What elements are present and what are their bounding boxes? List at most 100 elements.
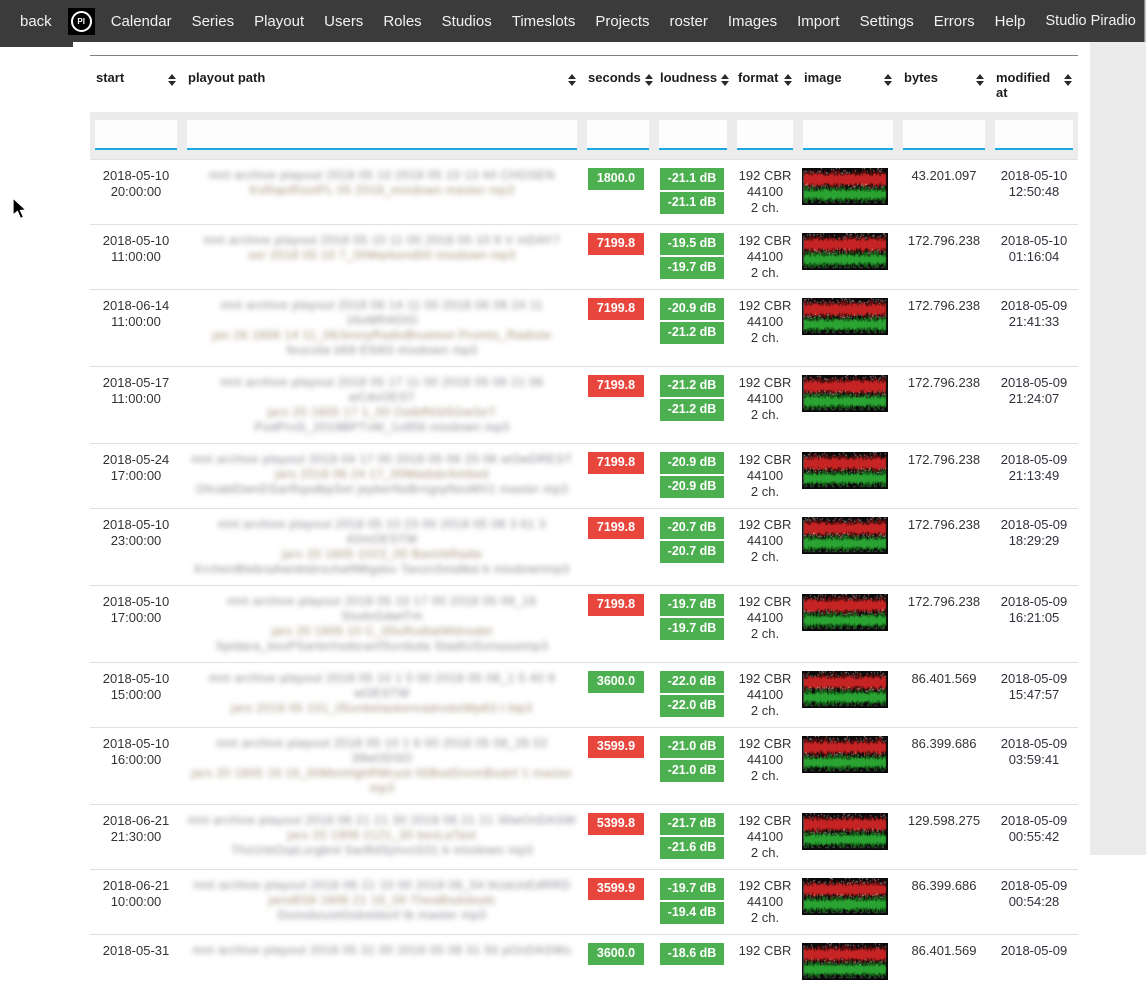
nav-item-users[interactable]: Users	[314, 0, 373, 42]
start-date: 2018-05-10	[94, 671, 178, 687]
seconds-cell: 7199.8	[582, 225, 654, 290]
seconds-badge: 7199.8	[588, 452, 644, 474]
nav-item-images[interactable]: Images	[718, 0, 787, 42]
playout-path-cell: mnt archive playout 2018 05 10 23 00 201…	[182, 509, 582, 586]
start-date: 2018-05-10	[94, 517, 178, 533]
piradio-logo-icon[interactable]: PI	[68, 8, 95, 35]
column-header-playout-path[interactable]: playout path	[182, 56, 582, 113]
sort-arrows-icon[interactable]	[568, 74, 576, 86]
table-row[interactable]: 2018-05-10 16:00:00 mnt archive playout …	[90, 728, 1078, 805]
table-row[interactable]: 2018-05-17 11:00:00 mnt archive playout …	[90, 367, 1078, 444]
loudness-cell: -22.0 dB -22.0 dB	[654, 663, 732, 728]
waveform-image[interactable]	[802, 671, 888, 708]
waveform-image[interactable]	[802, 594, 888, 631]
filter-input-modified-at[interactable]	[995, 120, 1073, 150]
column-header-bytes[interactable]: bytes	[898, 56, 990, 113]
filter-input-image[interactable]	[803, 120, 893, 150]
redacted-playout-path: mnt archive playout 2018 06 21 10 00 201…	[186, 878, 578, 923]
waveform-image[interactable]	[802, 943, 888, 980]
modified-time: 15:47:57	[994, 687, 1074, 703]
nav-item-timeslots[interactable]: Timeslots	[502, 0, 586, 42]
table-row[interactable]: 2018-05-10 20:00:00 mnt archive playout …	[90, 160, 1078, 225]
waveform-image[interactable]	[802, 452, 888, 489]
image-cell	[798, 805, 898, 870]
filter-input-format[interactable]	[737, 120, 793, 150]
waveform-image[interactable]	[802, 233, 888, 270]
right-gutter	[1090, 42, 1146, 855]
nav-item-settings[interactable]: Settings	[850, 0, 924, 42]
nav-item-playout[interactable]: Playout	[244, 0, 314, 42]
column-header-modified-at[interactable]: modified at	[990, 56, 1078, 113]
seconds-badge: 5399.8	[588, 813, 644, 835]
table-row[interactable]: 2018-05-10 11:00:00 mnt archive playout …	[90, 225, 1078, 290]
loudness-badge-2: -19.4 dB	[660, 902, 724, 924]
filter-input-playout-path[interactable]	[187, 120, 577, 150]
nav-item-projects[interactable]: Projects	[585, 0, 659, 42]
waveform-image[interactable]	[802, 736, 888, 773]
nav-item-import[interactable]: Import	[787, 0, 850, 42]
table-row[interactable]: 2018-05-10 23:00:00 mnt archive playout …	[90, 509, 1078, 586]
nav-item-calendar[interactable]: Calendar	[101, 0, 182, 42]
table-row[interactable]: 2018-05-31 mnt archive playout 2018 05 3…	[90, 935, 1078, 996]
table-row[interactable]: 2018-06-21 10:00:00 mnt archive playout …	[90, 870, 1078, 935]
nav-item-series[interactable]: Series	[182, 0, 245, 42]
column-header-format[interactable]: format	[732, 56, 798, 113]
image-cell	[798, 225, 898, 290]
waveform-image[interactable]	[802, 813, 888, 850]
waveform-image[interactable]	[802, 298, 888, 335]
table-row[interactable]: 2018-05-10 17:00:00 mnt archive playout …	[90, 586, 1078, 663]
start-cell: 2018-05-17 11:00:00	[90, 367, 182, 444]
bytes-cell: 172.796.238	[898, 290, 990, 367]
modified-date: 2018-05-09	[994, 517, 1074, 533]
column-label: format	[738, 70, 778, 85]
studio-select[interactable]: Studio Piradio	[1036, 0, 1146, 42]
seconds-cell: 7199.8	[582, 290, 654, 367]
sort-arrows-icon[interactable]	[1064, 74, 1072, 86]
column-header-start[interactable]: start	[90, 56, 182, 113]
table-row[interactable]: 2018-05-10 15:00:00 mnt archive playout …	[90, 663, 1078, 728]
nav-item-errors[interactable]: Errors	[924, 0, 985, 42]
filter-input-start[interactable]	[95, 120, 177, 150]
sort-arrows-icon[interactable]	[976, 74, 984, 86]
waveform-image[interactable]	[802, 878, 888, 915]
table-row[interactable]: 2018-06-14 11:00:00 mnt archive playout …	[90, 290, 1078, 367]
loudness-cell: -21.0 dB -21.0 dB	[654, 728, 732, 805]
seconds-badge: 7199.8	[588, 233, 644, 255]
modified-at-cell: 2018-05-09 15:47:57	[990, 663, 1078, 728]
waveform-image[interactable]	[802, 517, 888, 554]
nav-item-roster[interactable]: roster	[660, 0, 718, 42]
seconds-cell: 7199.8	[582, 509, 654, 586]
bytes-cell: 172.796.238	[898, 509, 990, 586]
seconds-cell: 3600.0	[582, 935, 654, 996]
filter-input-seconds[interactable]	[587, 120, 649, 150]
sort-arrows-icon[interactable]	[884, 74, 892, 86]
loudness-badge-1: -21.2 dB	[660, 375, 724, 397]
waveform-image[interactable]	[802, 375, 888, 412]
table-row[interactable]: 2018-05-24 17:00:00 mnt archive playout …	[90, 444, 1078, 509]
sort-arrows-icon[interactable]	[168, 74, 176, 86]
playout-path-cell: mnt archive playout 2018 06 21 10 00 201…	[182, 870, 582, 935]
column-header-image[interactable]: image	[798, 56, 898, 113]
column-header-seconds[interactable]: seconds	[582, 56, 654, 113]
image-cell	[798, 870, 898, 935]
format-cell: 192 CBR441002 ch.	[732, 805, 798, 870]
sort-arrows-icon[interactable]	[721, 74, 729, 86]
loudness-cell: -20.9 dB -20.9 dB	[654, 444, 732, 509]
modified-at-cell: 2018-05-09 21:13:49	[990, 444, 1078, 509]
nav-item-back[interactable]: back	[0, 0, 62, 42]
waveform-image[interactable]	[802, 168, 888, 205]
image-cell	[798, 160, 898, 225]
modified-at-cell: 2018-05-09 21:41:33	[990, 290, 1078, 367]
nav-item-studios[interactable]: Studios	[432, 0, 502, 42]
playout-path-cell: mnt archive playout 2018 06 21 21 30 201…	[182, 805, 582, 870]
table-row[interactable]: 2018-06-21 21:30:00 mnt archive playout …	[90, 805, 1078, 870]
filter-input-bytes[interactable]	[903, 120, 985, 150]
filter-input-loudness[interactable]	[659, 120, 727, 150]
nav-item-roles[interactable]: Roles	[373, 0, 431, 42]
column-header-loudness[interactable]: loudness	[654, 56, 732, 113]
playout-table-container: startplayout pathsecondsloudness format im…	[90, 55, 1078, 996]
modified-time: 00:55:42	[994, 829, 1074, 845]
sort-arrows-icon[interactable]	[784, 74, 792, 86]
nav-item-help[interactable]: Help	[985, 0, 1036, 42]
sort-arrows-icon[interactable]	[645, 74, 653, 86]
